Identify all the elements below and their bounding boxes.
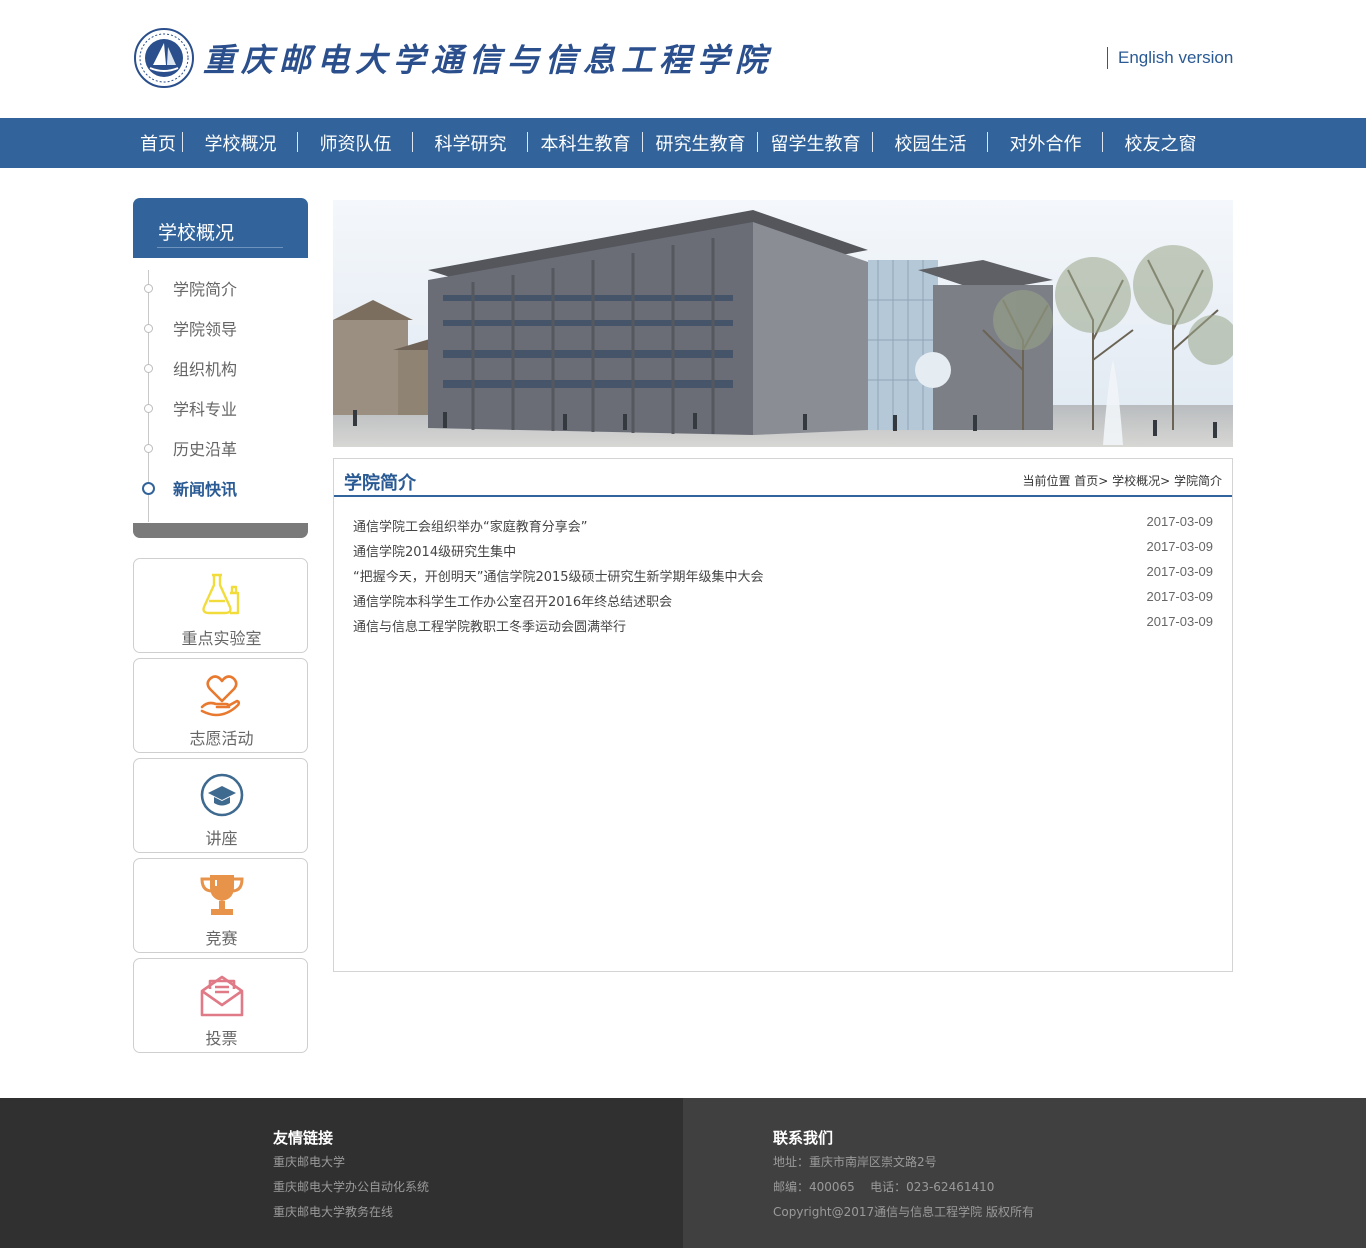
english-version-link[interactable]: English version (1107, 47, 1233, 69)
news-title-link[interactable]: 通信学院2014级研究生集中 (353, 541, 516, 560)
quick-link-volunteer[interactable]: 志愿活动 (133, 658, 308, 753)
sidebar-item-label: 历史沿革 (173, 440, 238, 459)
quick-link-label: 投票 (205, 1029, 238, 1048)
quick-link-lab[interactable]: 重点实验室 (133, 558, 308, 653)
footer-address: 地址：重庆市南岸区崇文路2号 (773, 1155, 937, 1169)
news-list: 通信学院工会组织举办“家庭教育分享会” 2017-03-09 通信学院2014级研究… (353, 514, 1213, 639)
content-panel: 学院简介 当前位置 首页> 学校概况> 学院简介 通信学院工会组织举办“家庭教育… (333, 458, 1233, 972)
footer-link-academic-affairs[interactable]: 重庆邮电大学教务在线 (273, 1203, 393, 1220)
sidebar-header: 学校概况 (133, 198, 308, 258)
footer-link-cqupt[interactable]: 重庆邮电大学 (273, 1153, 345, 1170)
sidebar-title: 学校概况 (158, 222, 235, 244)
footer-link-oa-system[interactable]: 重庆邮电大学办公自动化系统 (273, 1178, 429, 1195)
quick-link-label: 重点实验室 (181, 629, 262, 648)
news-item: 通信与信息工程学院教职工冬季运动会圆满举行 2017-03-09 (353, 614, 1213, 639)
news-item: 通信学院工会组织举办“家庭教育分享会” 2017-03-09 (353, 514, 1213, 539)
news-date: 2017-03-09 (1146, 514, 1214, 529)
news-date: 2017-03-09 (1146, 614, 1214, 629)
news-title-link[interactable]: 通信与信息工程学院教职工冬季运动会圆满举行 (353, 616, 626, 635)
sidebar-item-history[interactable]: 历史沿革 (133, 428, 308, 468)
nav-item-school-overview[interactable]: 学校概况 (183, 118, 298, 168)
main-nav: 首页 学校概况 师资队伍 科学研究 本科生教育 研究生教育 留学生教育 校园生活 对外合作 校友之… (0, 118, 1366, 168)
site-header: 重庆邮电大学通信与信息工程学院 English version (0, 0, 1366, 118)
lab-flask-icon (202, 573, 240, 615)
nav-item-graduate[interactable]: 研究生教育 (643, 118, 758, 168)
sidebar-item-label: 学科专业 (173, 400, 238, 419)
sidebar-item-label: 组织机构 (173, 360, 238, 379)
nav-item-research[interactable]: 科学研究 (413, 118, 528, 168)
news-date: 2017-03-09 (1146, 539, 1214, 554)
sidebar-item-leaders[interactable]: 学院领导 (133, 308, 308, 348)
sidebar-item-intro[interactable]: 学院简介 (133, 268, 308, 308)
nav-item-faculty[interactable]: 师资队伍 (298, 118, 413, 168)
sidebar-item-label: 学院领导 (173, 320, 238, 339)
news-date: 2017-03-09 (1146, 589, 1214, 604)
bullet-dot-icon (144, 323, 153, 333)
nav-item-international[interactable]: 留学生教育 (758, 118, 873, 168)
quick-link-label: 志愿活动 (189, 729, 254, 748)
nav-item-home[interactable]: 首页 (133, 118, 183, 168)
sidebar-item-news[interactable]: 新闻快讯 (133, 468, 308, 508)
site-logo[interactable]: 重庆邮电大学通信与信息工程学院 (133, 26, 773, 90)
nav-item-undergraduate[interactable]: 本科生教育 (528, 118, 643, 168)
sidebar-item-disciplines[interactable]: 学科专业 (133, 388, 308, 428)
news-item: 通信学院2014级研究生集中 2017-03-09 (353, 539, 1213, 564)
news-item: “把握今天，开创明天”通信学院2015级硕士研究生新学期年级集中大会 2017-0… (353, 564, 1213, 589)
bullet-dot-icon (144, 403, 153, 413)
footer-postcode-phone: 邮编：400065 电话：023-62461410 (773, 1180, 995, 1194)
breadcrumb: 当前位置 首页> 学校概况> 学院简介 (1022, 474, 1222, 488)
footer-links-title: 友情链接 (273, 1129, 334, 1147)
sidebar-item-label: 学院简介 (173, 280, 238, 299)
nav-item-alumni[interactable]: 校友之窗 (1103, 118, 1218, 168)
quick-link-vote[interactable]: 投票 (133, 958, 308, 1053)
divider (157, 247, 283, 248)
nav-item-campus-life[interactable]: 校园生活 (873, 118, 988, 168)
quick-link-label: 讲座 (205, 829, 238, 848)
footer-contact-title: 联系我们 (773, 1129, 834, 1147)
heart-hand-icon (200, 675, 241, 717)
bullet-dot-icon (142, 481, 155, 495)
sidebar-item-organization[interactable]: 组织机构 (133, 348, 308, 388)
trophy-icon (200, 875, 244, 915)
quick-link-label: 竞赛 (205, 929, 238, 948)
campus-banner-image (333, 200, 1233, 447)
bullet-dot-icon (144, 283, 153, 293)
footer-links-section: 友情链接 重庆邮电大学 重庆邮电大学办公自动化系统 重庆邮电大学教务在线 (0, 1098, 683, 1248)
divider (334, 495, 1232, 497)
news-title-link[interactable]: 通信学院工会组织举办“家庭教育分享会” (353, 516, 587, 535)
news-title-link[interactable]: “把握今天，开创明天”通信学院2015级硕士研究生新学期年级集中大会 (353, 566, 764, 585)
footer-contact-section: 联系我们 地址：重庆市南岸区崇文路2号 邮编：400065 电话：023-624… (683, 1098, 1366, 1248)
university-emblem-icon (134, 28, 194, 88)
sidebar-item-label: 新闻快讯 (173, 480, 238, 499)
envelope-icon (200, 975, 244, 1017)
news-item: 通信学院本科学生工作办公室召开2016年终总结述职会 2017-03-09 (353, 589, 1213, 614)
site-title: 重庆邮电大学通信与信息工程学院 (203, 41, 774, 79)
sidebar-footer (133, 523, 308, 538)
nav-item-cooperation[interactable]: 对外合作 (988, 118, 1103, 168)
sidebar-menu: 学院简介学院领导组织机构学科专业历史沿革新闻快讯 (133, 258, 308, 524)
news-date: 2017-03-09 (1146, 564, 1214, 579)
bullet-dot-icon (144, 363, 153, 373)
news-title-link[interactable]: 通信学院本科学生工作办公室召开2016年终总结述职会 (353, 591, 672, 610)
bullet-dot-icon (144, 443, 153, 453)
footer-copyright: Copyright@2017通信与信息工程学院 版权所有 (773, 1205, 1034, 1219)
graduation-cap-icon (200, 773, 244, 817)
quick-link-competition[interactable]: 竞赛 (133, 858, 308, 953)
quick-link-lecture[interactable]: 讲座 (133, 758, 308, 853)
content-title: 学院简介 (344, 473, 416, 494)
